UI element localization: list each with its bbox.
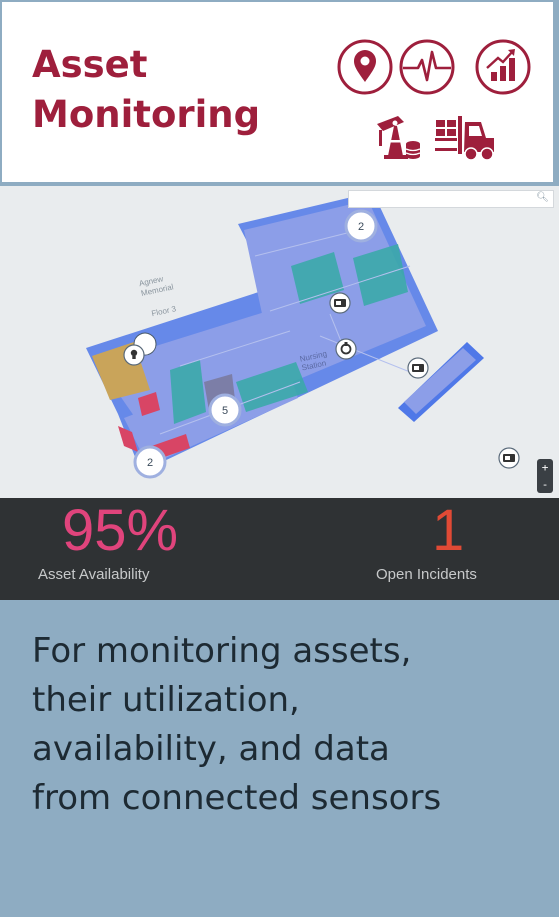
location-pin-icon: [337, 39, 393, 95]
cluster-count: 5: [222, 405, 228, 417]
cluster-marker[interactable]: 5: [208, 393, 242, 427]
card-description: For monitoring assets, their utilization…: [32, 627, 532, 823]
title-line-1: Asset: [32, 43, 148, 86]
cluster-marker[interactable]: 2: [344, 209, 378, 243]
pulse-icon: [399, 39, 455, 95]
description-line-4: from connected sensors: [32, 778, 442, 818]
device-marker-icon[interactable]: [407, 357, 429, 379]
card-title: Asset Monitoring: [32, 40, 260, 140]
oil-pump-icon: [377, 116, 421, 159]
description-line-1: For monitoring assets,: [32, 631, 412, 671]
title-line-2: Monitoring: [32, 93, 261, 136]
asset-monitoring-card: Asset Monitoring Agnew Memorial Floor 3 …: [0, 0, 559, 917]
forklift-icon: [435, 116, 494, 161]
search-icon: 🔍︎: [536, 192, 549, 203]
asset-availability-label: Asset Availability: [38, 566, 150, 583]
open-incidents-value: 1: [432, 498, 465, 563]
map-search-input[interactable]: 🔍︎: [348, 190, 554, 208]
stats-bar: 95% Asset Availability 1 Open Incidents: [0, 498, 559, 600]
zoom-controls: + -: [537, 459, 553, 493]
zoom-out-button[interactable]: -: [537, 476, 553, 493]
floor-plan-drawing: Agnew Memorial Floor 3 Nursing Station 2…: [86, 192, 520, 479]
description-line-3: availability, and data: [32, 729, 390, 769]
cluster-marker[interactable]: 2: [133, 445, 167, 479]
open-incidents-label: Open Incidents: [376, 566, 477, 583]
floor-label: Floor 3: [151, 304, 178, 318]
growth-chart-icon: [475, 39, 531, 95]
floor-plan-map[interactable]: Agnew Memorial Floor 3 Nursing Station 2…: [0, 186, 559, 498]
building-outline: [86, 192, 438, 472]
asset-availability-value: 95%: [62, 498, 179, 563]
cluster-count: 2: [147, 457, 153, 469]
card-header: Asset Monitoring: [0, 0, 555, 184]
device-marker-icon[interactable]: [498, 447, 520, 469]
zoom-in-button[interactable]: +: [537, 459, 553, 476]
cluster-count: 2: [358, 221, 364, 233]
description-line-2: their utilization,: [32, 680, 300, 720]
pump-marker-icon[interactable]: [335, 338, 357, 360]
device-marker-icon[interactable]: [329, 292, 351, 314]
